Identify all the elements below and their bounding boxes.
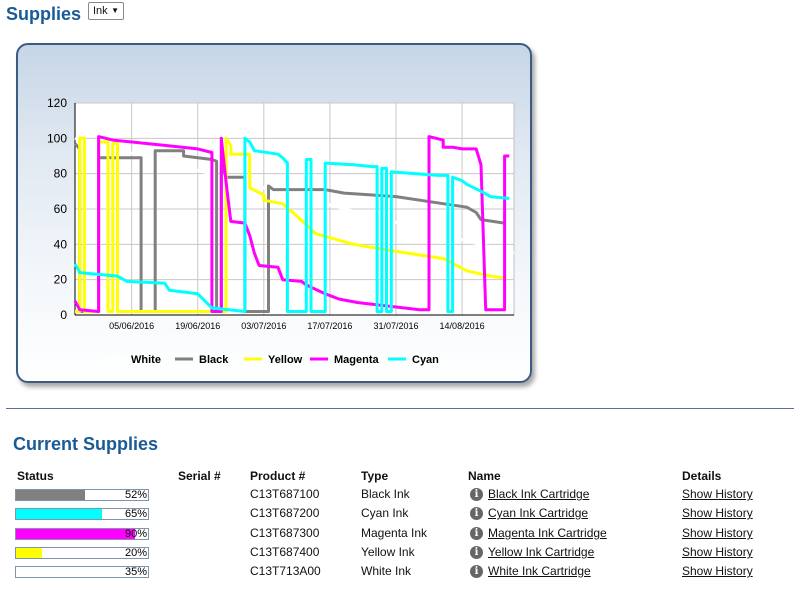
ink-level-bar: 52% <box>15 489 149 501</box>
x-tick-label: 17/07/2016 <box>307 321 352 331</box>
product-number: C13T713A00 <box>250 564 321 578</box>
ink-type: White Ink <box>361 564 412 578</box>
ink-type: Black Ink <box>361 487 410 501</box>
y-tick-label: 80 <box>54 167 68 181</box>
type-header: Type <box>361 469 389 483</box>
show-history-link[interactable]: Show History <box>682 506 753 520</box>
cartridge-name-link[interactable]: Cyan Ink Cartridge <box>488 506 588 520</box>
y-tick-label: 0 <box>60 308 67 322</box>
y-tick-label: 60 <box>54 202 68 216</box>
product-number: C13T687300 <box>250 526 320 540</box>
section-divider <box>6 408 794 409</box>
x-tick-label: 05/06/2016 <box>109 321 154 331</box>
ink-type: Magenta Ink <box>361 526 428 540</box>
current-supplies-title: Current Supplies <box>13 434 159 454</box>
y-tick-label: 20 <box>54 273 68 287</box>
name-header: Name <box>468 469 501 483</box>
ink-level-percent: 90% <box>124 528 147 540</box>
x-tick-label: 03/07/2016 <box>241 321 286 331</box>
ink-level-bar: 90% <box>15 528 149 540</box>
ink-level-fill <box>16 567 63 577</box>
show-history-link[interactable]: Show History <box>682 487 753 501</box>
ink-level-fill <box>16 529 135 539</box>
legend-label-yellow: Yellow <box>268 354 303 366</box>
ink-level-bar: 65% <box>15 508 149 520</box>
show-history-link[interactable]: Show History <box>682 545 753 559</box>
ink-level-fill <box>16 548 43 558</box>
info-icon[interactable]: i <box>470 488 483 501</box>
x-tick-label: 31/07/2016 <box>373 321 418 331</box>
product-number: C13T687100 <box>250 487 320 501</box>
cartridge-name-link[interactable]: White Ink Cartridge <box>488 564 591 578</box>
serial-header: Serial # <box>178 469 221 483</box>
ink-level-percent: 20% <box>124 547 147 559</box>
legend-label-magenta: Magenta <box>334 354 380 366</box>
info-icon[interactable]: i <box>470 546 483 559</box>
product-number: C13T687200 <box>250 506 320 520</box>
legend-label-white: White <box>131 354 161 366</box>
x-tick-label: 19/06/2016 <box>175 321 220 331</box>
info-icon[interactable]: i <box>470 507 483 520</box>
legend-label-cyan: Cyan <box>412 354 439 366</box>
y-tick-label: 120 <box>47 96 67 110</box>
cartridge-name-link[interactable]: Magenta Ink Cartridge <box>488 526 607 540</box>
cartridge-name-link[interactable]: Yellow Ink Cartridge <box>488 545 594 559</box>
legend-label-black: Black <box>199 354 229 366</box>
ink-level-fill <box>16 509 102 519</box>
status-header: Status <box>17 469 54 483</box>
y-tick-label: 100 <box>47 131 67 145</box>
info-icon[interactable]: i <box>470 527 483 540</box>
x-tick-label: 14/08/2016 <box>440 321 485 331</box>
details-header: Details <box>682 469 722 483</box>
show-history-link[interactable]: Show History <box>682 526 753 540</box>
show-history-link[interactable]: Show History <box>682 564 753 578</box>
supply-history-chart: 0 20 40 60 80 100 120 05/06/2016 19/06/2016 03/07… <box>47 96 515 366</box>
ink-level-percent: 65% <box>124 508 147 520</box>
ink-level-percent: 52% <box>124 489 147 501</box>
ink-level-bar: 20% <box>15 547 149 559</box>
ink-type: Cyan Ink <box>361 506 409 520</box>
y-tick-label: 40 <box>54 237 68 251</box>
info-icon[interactable]: i <box>470 565 483 578</box>
ink-level-fill <box>16 490 85 500</box>
ink-level-bar: 35% <box>15 566 149 578</box>
ink-type: Yellow Ink <box>361 545 415 559</box>
product-header: Product # <box>250 469 306 483</box>
cartridge-name-link[interactable]: Black Ink Cartridge <box>488 487 589 501</box>
product-number: C13T687400 <box>250 545 320 559</box>
ink-level-percent: 35% <box>124 566 147 578</box>
